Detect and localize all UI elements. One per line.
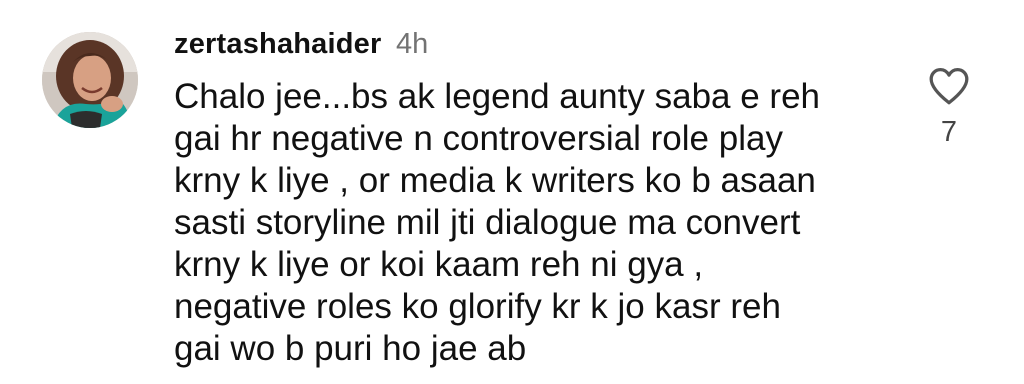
username[interactable]: zertashahaider: [174, 28, 382, 60]
avatar-image: [42, 32, 138, 128]
avatar[interactable]: [42, 32, 138, 128]
comment-item: zertashahaider 4h Chalo jee...bs ak lege…: [0, 0, 1024, 384]
comment-text-line: negative roles ko glorify kr k jo kasr r…: [174, 287, 781, 326]
comment-text: Chalo jee...bs ak legend aunty saba e re…: [174, 76, 894, 370]
comment-meta: zertashahaider 4h: [174, 24, 894, 64]
comment-text-line: sasti storyline mil jti dialogue ma conv…: [174, 203, 801, 242]
like-count: 7: [940, 116, 958, 148]
comment-text-line: krny k liye , or media k writers ko b as…: [174, 161, 816, 200]
comment-text-line: Chalo jee...bs ak legend aunty saba e re…: [174, 77, 820, 116]
comment-content: zertashahaider 4h Chalo jee...bs ak lege…: [174, 24, 894, 370]
heart-outline-icon[interactable]: [927, 66, 971, 106]
comment-text-line: gai hr negative n controversial role pla…: [174, 119, 783, 158]
like-control: 7: [926, 66, 972, 149]
comment-text-line: krny k liye or koi kaam reh ni gya ,: [174, 245, 704, 284]
comment-text-line: gai wo b puri ho jae ab: [174, 329, 527, 368]
timestamp: 4h: [395, 28, 429, 60]
